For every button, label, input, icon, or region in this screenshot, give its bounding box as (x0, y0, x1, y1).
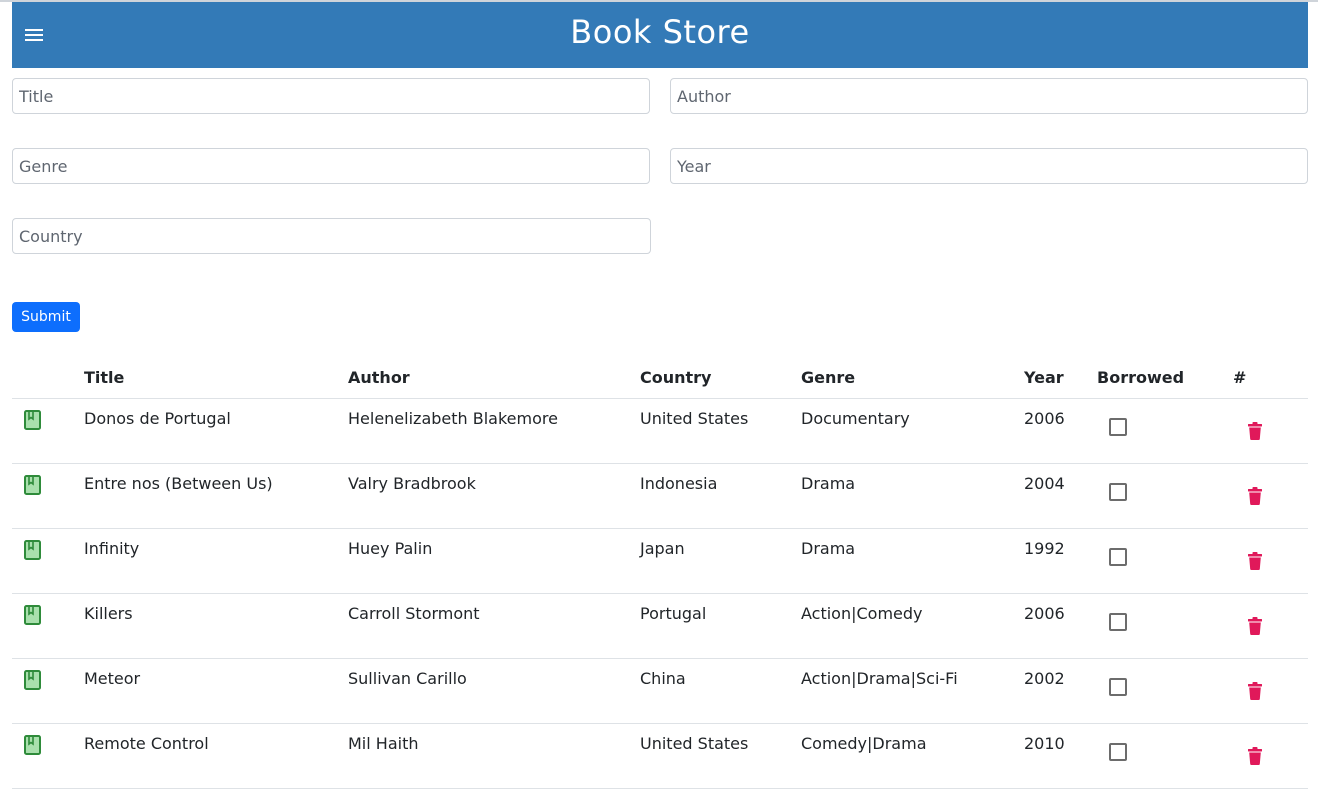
page-title: Book Store (570, 13, 750, 51)
cell-borrowed (1097, 658, 1233, 724)
table-row: Infinity Huey Palin Japan Drama 1992 (12, 528, 1308, 594)
header-author: Author (348, 358, 640, 399)
cell-delete (1233, 658, 1308, 724)
cell-borrowed (1097, 593, 1233, 659)
cell-author: Sullivan Carillo (348, 658, 640, 724)
cell-borrowed (1097, 723, 1233, 789)
cell-genre: Action|Drama|Sci-Fi (801, 658, 1024, 724)
cell-country: China (640, 658, 801, 724)
cell-title: Remote Control (84, 723, 348, 789)
cell-year: 2002 (1024, 658, 1097, 724)
book-icon (24, 474, 41, 495)
navbar: Book Store (12, 2, 1308, 68)
borrowed-checkbox[interactable] (1109, 417, 1127, 436)
cell-title: Killers (84, 593, 348, 659)
cell-year: 2004 (1024, 463, 1097, 529)
cell-title: Entre nos (Between Us) (84, 463, 348, 529)
table-header-row: Title Author Country Genre Year Borrowed… (12, 358, 1308, 399)
header-year: Year (1024, 358, 1097, 399)
cell-title: Donos de Portugal (84, 398, 348, 464)
cell-delete (1233, 593, 1308, 659)
submit-button[interactable]: Submit (12, 302, 80, 332)
cell-author: Mil Haith (348, 723, 640, 789)
cell-borrowed (1097, 398, 1233, 464)
trash-icon[interactable] (1248, 746, 1262, 765)
borrowed-checkbox[interactable] (1109, 482, 1127, 501)
cell-borrowed (1097, 528, 1233, 594)
book-icon-cell (12, 463, 84, 529)
cell-year: 2010 (1024, 723, 1097, 789)
cell-year: 1992 (1024, 528, 1097, 594)
cell-title: Infinity (84, 528, 348, 594)
cell-delete (1233, 398, 1308, 464)
cell-author: Huey Palin (348, 528, 640, 594)
header-actions: # (1233, 358, 1308, 399)
cell-country: United States (640, 723, 801, 789)
cell-author: Carroll Stormont (348, 593, 640, 659)
cell-delete (1233, 463, 1308, 529)
trash-icon[interactable] (1248, 486, 1262, 505)
table-row: Remote Control Mil Haith United States C… (12, 723, 1308, 789)
table-row: Meteor Sullivan Carillo China Action|Dra… (12, 658, 1308, 724)
borrowed-checkbox[interactable] (1109, 547, 1127, 566)
cell-genre: Documentary (801, 398, 1024, 464)
book-icon (24, 409, 41, 430)
header-icon (12, 358, 84, 399)
trash-icon[interactable] (1248, 681, 1262, 700)
book-icon-cell (12, 593, 84, 659)
year-input[interactable] (670, 148, 1308, 184)
header-title: Title (84, 358, 348, 399)
borrowed-checkbox[interactable] (1109, 742, 1127, 761)
book-icon-cell (12, 658, 84, 724)
book-icon (24, 669, 41, 690)
cell-country: Indonesia (640, 463, 801, 529)
borrowed-checkbox[interactable] (1109, 612, 1127, 631)
cell-delete (1233, 723, 1308, 789)
header-genre: Genre (801, 358, 1024, 399)
header-borrowed: Borrowed (1097, 358, 1233, 399)
table-row: Killers Carroll Stormont Portugal Action… (12, 593, 1308, 659)
cell-genre: Action|Comedy (801, 593, 1024, 659)
books-table: Title Author Country Genre Year Borrowed… (12, 358, 1308, 789)
cell-author: Valry Bradbrook (348, 463, 640, 529)
cell-title: Meteor (84, 658, 348, 724)
cell-genre: Comedy|Drama (801, 723, 1024, 789)
book-icon (24, 604, 41, 625)
header-country: Country (640, 358, 801, 399)
book-icon-cell (12, 398, 84, 464)
table-row: Entre nos (Between Us) Valry Bradbrook I… (12, 463, 1308, 529)
cell-genre: Drama (801, 528, 1024, 594)
book-icon (24, 734, 41, 755)
book-icon-cell (12, 528, 84, 594)
cell-country: Portugal (640, 593, 801, 659)
trash-icon[interactable] (1248, 616, 1262, 635)
country-input[interactable] (12, 218, 651, 254)
cell-delete (1233, 528, 1308, 594)
cell-genre: Drama (801, 463, 1024, 529)
book-store-app: Book Store Submit Title Author Country G… (0, 0, 1318, 796)
book-icon (24, 539, 41, 560)
cell-country: Japan (640, 528, 801, 594)
cell-year: 2006 (1024, 593, 1097, 659)
trash-icon[interactable] (1248, 551, 1262, 570)
book-icon-cell (12, 723, 84, 789)
cell-country: United States (640, 398, 801, 464)
cell-author: Helenelizabeth Blakemore (348, 398, 640, 464)
cell-borrowed (1097, 463, 1233, 529)
borrowed-checkbox[interactable] (1109, 677, 1127, 696)
author-input[interactable] (670, 78, 1308, 114)
title-input[interactable] (12, 78, 650, 114)
table-row: Donos de Portugal Helenelizabeth Blakemo… (12, 398, 1308, 464)
cell-year: 2006 (1024, 398, 1097, 464)
trash-icon[interactable] (1248, 421, 1262, 440)
genre-input[interactable] (12, 148, 650, 184)
